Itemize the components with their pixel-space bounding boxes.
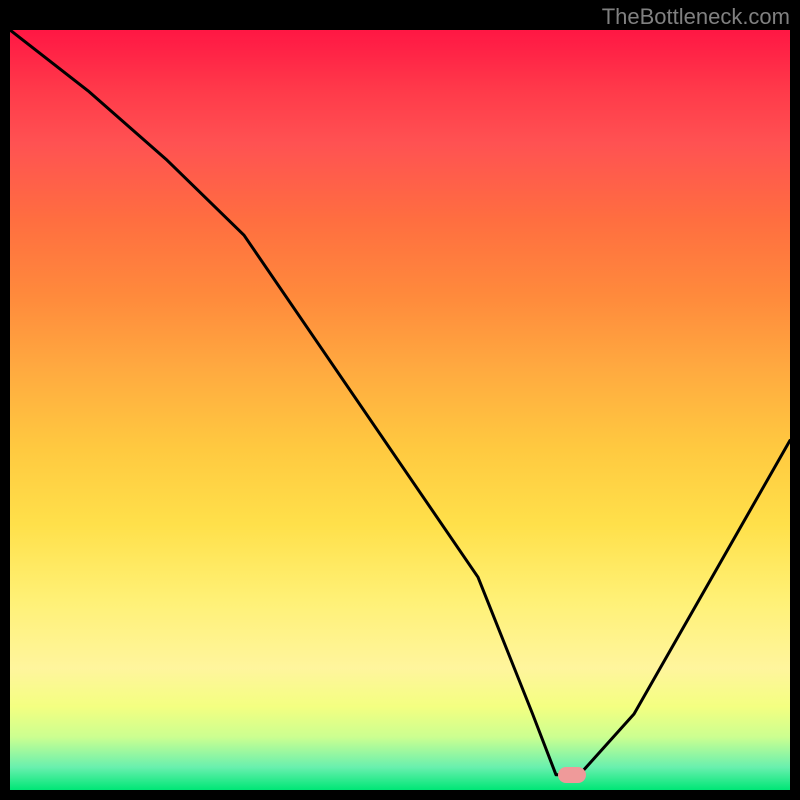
chart-curve [10,30,790,790]
chart-plot-area [10,30,790,790]
chart-marker [558,767,586,783]
watermark-text: TheBottleneck.com [602,4,790,30]
